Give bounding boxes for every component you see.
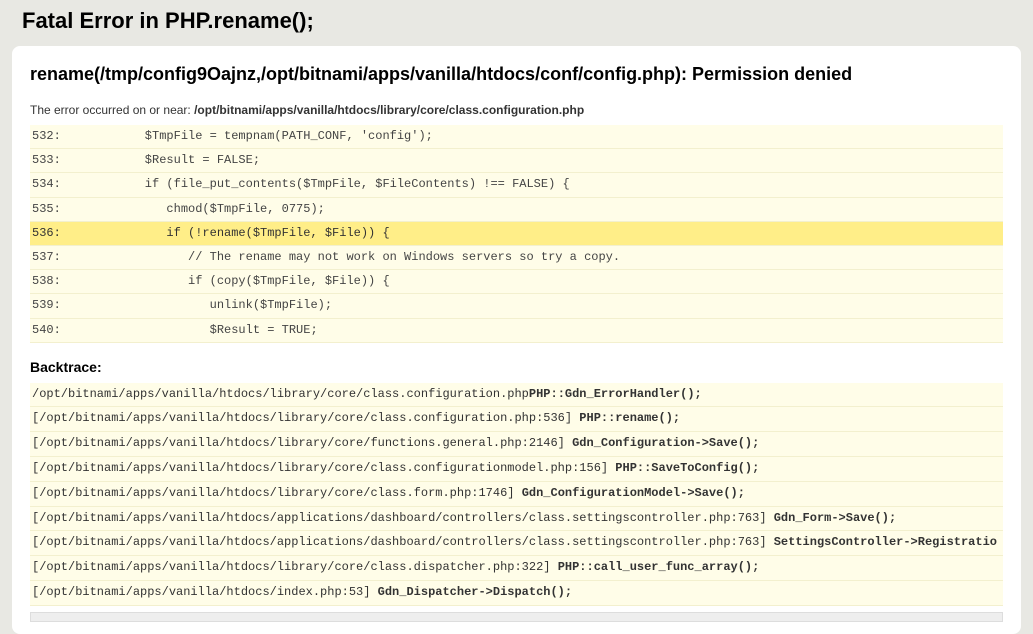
horizontal-scrollbar[interactable] bbox=[30, 612, 1003, 622]
backtrace-call: PHP::SaveToConfig(); bbox=[615, 461, 759, 475]
backtrace-call: PHP::call_user_func_array(); bbox=[558, 560, 760, 574]
backtrace-line: [/opt/bitnami/apps/vanilla/htdocs/applic… bbox=[30, 507, 1003, 532]
backtrace-line: /opt/bitnami/apps/vanilla/htdocs/library… bbox=[30, 383, 1003, 408]
backtrace-location: [/opt/bitnami/apps/vanilla/htdocs/librar… bbox=[32, 436, 572, 450]
backtrace-call: Gdn_Form->Save(); bbox=[774, 511, 896, 525]
code-line: 537: // The rename may not work on Windo… bbox=[30, 246, 1003, 270]
location-prefix: The error occurred on or near: bbox=[30, 103, 194, 117]
backtrace-heading: Backtrace: bbox=[30, 359, 1003, 375]
line-number: 539: bbox=[32, 296, 80, 315]
line-number: 536: bbox=[32, 224, 80, 243]
line-number: 540: bbox=[32, 321, 80, 340]
backtrace-line: [/opt/bitnami/apps/vanilla/htdocs/index.… bbox=[30, 581, 1003, 606]
backtrace-call: Gdn_Configuration->Save(); bbox=[572, 436, 759, 450]
backtrace-location: [/opt/bitnami/apps/vanilla/htdocs/index.… bbox=[32, 585, 378, 599]
line-text: if (!rename($TmpFile, $File)) { bbox=[80, 226, 390, 240]
line-text: unlink($TmpFile); bbox=[80, 298, 332, 312]
backtrace-call: Gdn_ConfigurationModel->Save(); bbox=[522, 486, 745, 500]
line-text: if (copy($TmpFile, $File)) { bbox=[80, 274, 390, 288]
backtrace-line: [/opt/bitnami/apps/vanilla/htdocs/applic… bbox=[30, 531, 1003, 556]
line-number: 534: bbox=[32, 175, 80, 194]
backtrace-location: [/opt/bitnami/apps/vanilla/htdocs/librar… bbox=[32, 486, 522, 500]
code-line: 539: unlink($TmpFile); bbox=[30, 294, 1003, 318]
backtrace-call: Gdn_Dispatcher->Dispatch(); bbox=[378, 585, 572, 599]
line-number: 537: bbox=[32, 248, 80, 267]
backtrace-location: [/opt/bitnami/apps/vanilla/htdocs/librar… bbox=[32, 411, 579, 425]
error-heading: rename(/tmp/config9Oajnz,/opt/bitnami/ap… bbox=[30, 64, 1003, 85]
line-text: if (file_put_contents($TmpFile, $FileCon… bbox=[80, 177, 570, 191]
error-panel: rename(/tmp/config9Oajnz,/opt/bitnami/ap… bbox=[12, 46, 1021, 634]
backtrace-location: [/opt/bitnami/apps/vanilla/htdocs/applic… bbox=[32, 535, 774, 549]
line-text: $TmpFile = tempnam(PATH_CONF, 'config'); bbox=[80, 129, 433, 143]
location-path: /opt/bitnami/apps/vanilla/htdocs/library… bbox=[194, 103, 584, 117]
code-line: 538: if (copy($TmpFile, $File)) { bbox=[30, 270, 1003, 294]
backtrace-call: SettingsController->Registratio bbox=[774, 535, 997, 549]
backtrace-location: [/opt/bitnami/apps/vanilla/htdocs/librar… bbox=[32, 461, 615, 475]
code-line: 534: if (file_put_contents($TmpFile, $Fi… bbox=[30, 173, 1003, 197]
backtrace-location: [/opt/bitnami/apps/vanilla/htdocs/applic… bbox=[32, 511, 774, 525]
line-number: 535: bbox=[32, 200, 80, 219]
source-snippet: 532: $TmpFile = tempnam(PATH_CONF, 'conf… bbox=[30, 125, 1003, 343]
line-text: $Result = FALSE; bbox=[80, 153, 260, 167]
backtrace-location: [/opt/bitnami/apps/vanilla/htdocs/librar… bbox=[32, 560, 558, 574]
backtrace-line: [/opt/bitnami/apps/vanilla/htdocs/librar… bbox=[30, 432, 1003, 457]
code-line: 535: chmod($TmpFile, 0775); bbox=[30, 198, 1003, 222]
backtrace-line: [/opt/bitnami/apps/vanilla/htdocs/librar… bbox=[30, 407, 1003, 432]
line-text: chmod($TmpFile, 0775); bbox=[80, 202, 325, 216]
backtrace-call: PHP::rename(); bbox=[579, 411, 680, 425]
backtrace-call: PHP::Gdn_ErrorHandler(); bbox=[529, 387, 702, 401]
backtrace-line: [/opt/bitnami/apps/vanilla/htdocs/librar… bbox=[30, 482, 1003, 507]
line-number: 533: bbox=[32, 151, 80, 170]
line-text: // The rename may not work on Windows se… bbox=[80, 250, 620, 264]
line-text: $Result = TRUE; bbox=[80, 323, 318, 337]
backtrace-line: [/opt/bitnami/apps/vanilla/htdocs/librar… bbox=[30, 457, 1003, 482]
error-location: The error occurred on or near: /opt/bitn… bbox=[30, 103, 1003, 117]
code-line: 536: if (!rename($TmpFile, $File)) { bbox=[30, 222, 1003, 246]
code-line: 533: $Result = FALSE; bbox=[30, 149, 1003, 173]
line-number: 538: bbox=[32, 272, 80, 291]
code-line: 540: $Result = TRUE; bbox=[30, 319, 1003, 343]
backtrace-list: /opt/bitnami/apps/vanilla/htdocs/library… bbox=[30, 383, 1003, 606]
backtrace-location: /opt/bitnami/apps/vanilla/htdocs/library… bbox=[32, 387, 529, 401]
page-title: Fatal Error in PHP.rename(); bbox=[0, 0, 1033, 46]
code-line: 532: $TmpFile = tempnam(PATH_CONF, 'conf… bbox=[30, 125, 1003, 149]
line-number: 532: bbox=[32, 127, 80, 146]
